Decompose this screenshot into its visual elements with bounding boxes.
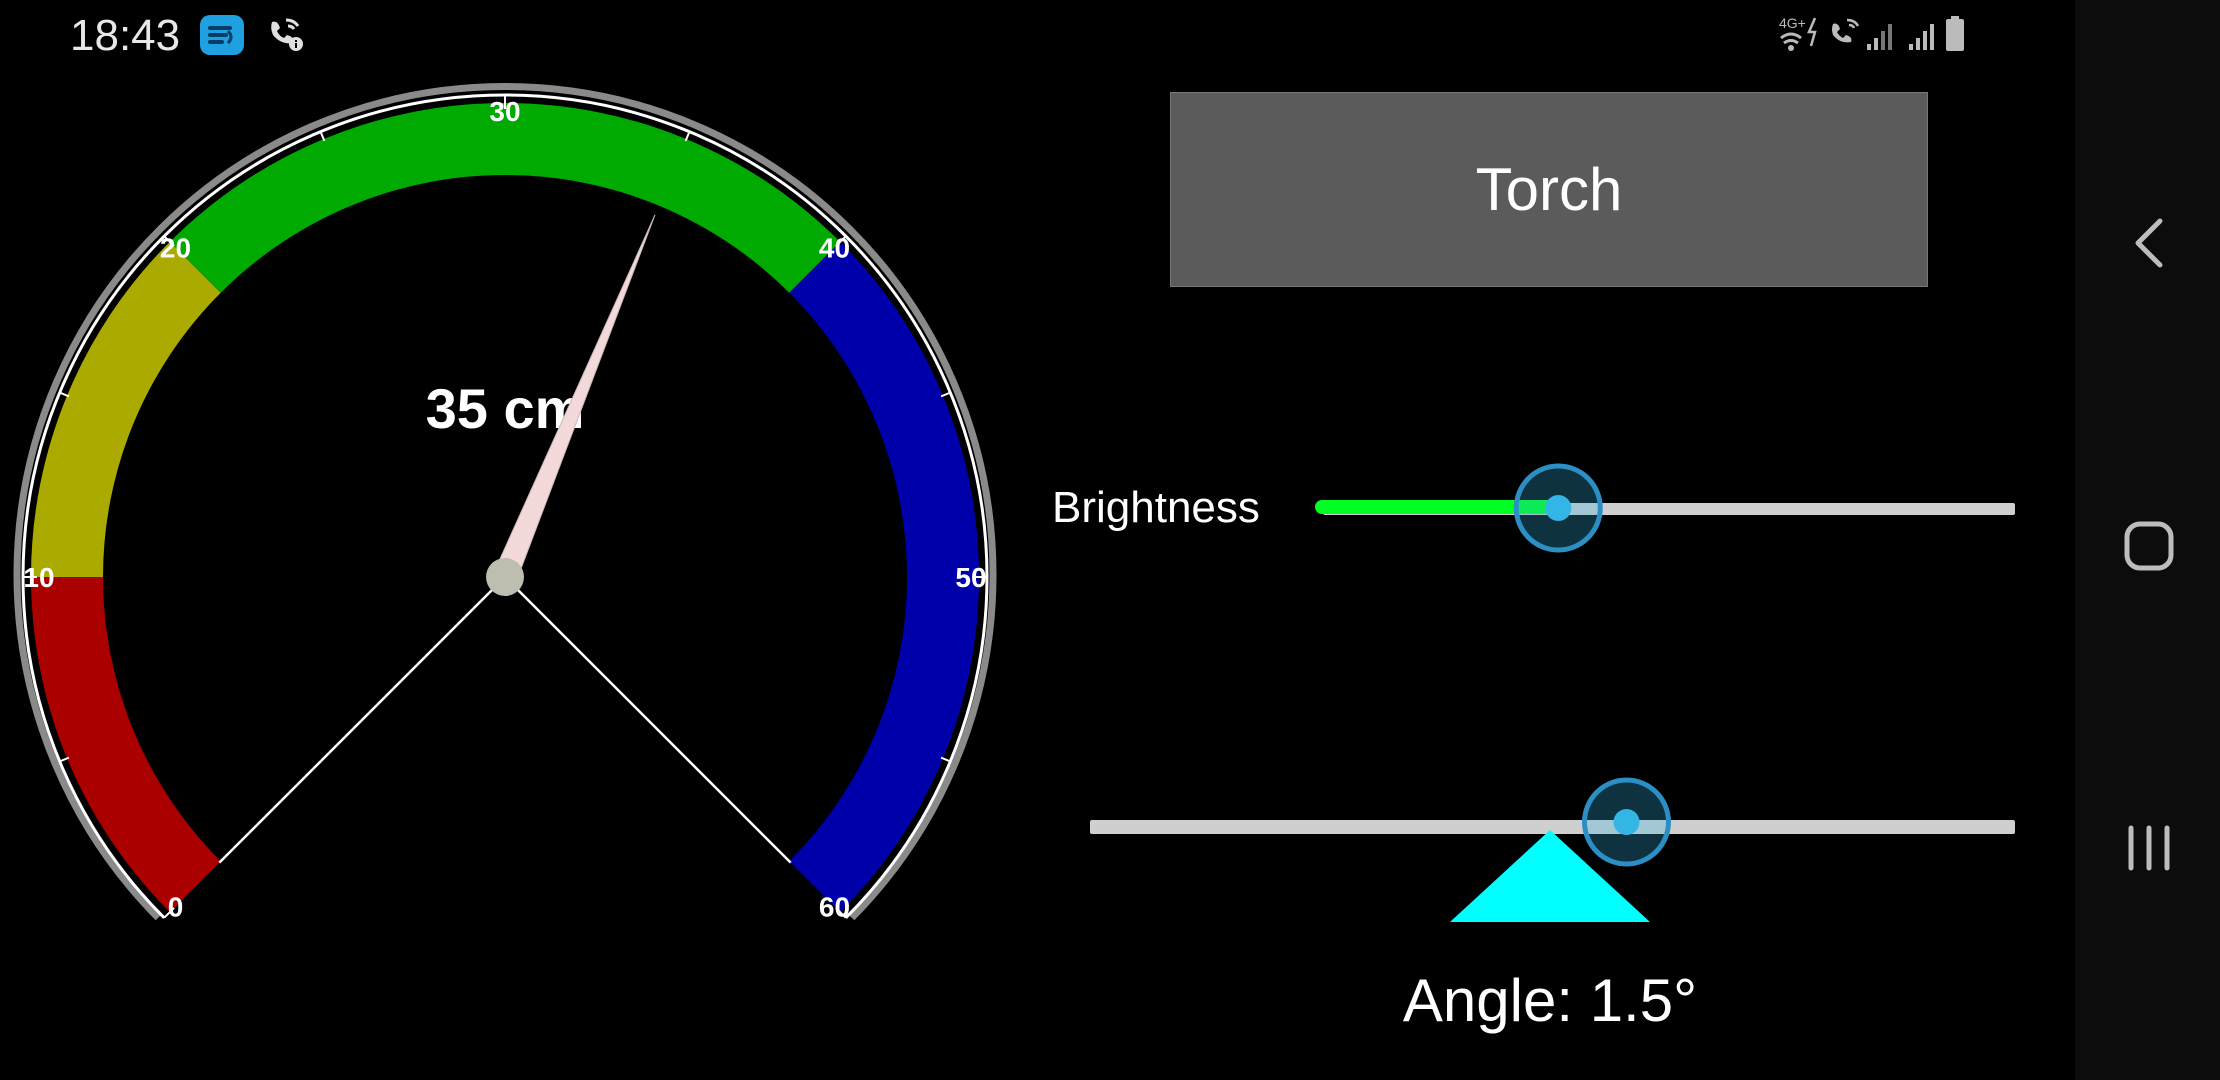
gauge-color-bands <box>31 103 980 913</box>
brightness-slider[interactable] <box>1315 458 2015 558</box>
data-activity-icon <box>1807 17 1817 47</box>
signal-strength-icon-1 <box>1867 24 1892 50</box>
gauge-tick <box>940 756 951 763</box>
gauge-tick <box>684 131 691 142</box>
signal-strength-icon-2 <box>1909 24 1934 50</box>
distance-gauge: 0102030405060 35 cm <box>13 83 997 923</box>
app-screen: 18:43 4G+ 0 10 20 30 40 50 60 35 cm Torc… <box>0 0 2075 1080</box>
gauge-tick-label: 30 <box>489 96 520 127</box>
chevron-left-icon <box>2135 218 2163 268</box>
angle-slider[interactable] <box>1090 770 2015 930</box>
battery-icon <box>1946 16 1964 51</box>
torch-button[interactable]: Torch <box>1170 92 1928 287</box>
status-time: 18:43 <box>70 11 181 60</box>
gauge-tick <box>59 391 70 398</box>
gauge-band-2 <box>169 103 841 293</box>
gauge-tick-label: 10 <box>23 562 54 593</box>
gauge-tick <box>319 131 326 142</box>
wifi-calling-icon <box>271 18 303 51</box>
gauge-spoke-min <box>218 576 506 864</box>
gauge-tick-label: 60 <box>819 892 850 923</box>
network-type-label: 4G+ <box>1779 15 1806 31</box>
brightness-label: Brightness <box>1052 483 1260 532</box>
three-bars-icon <box>2128 825 2170 871</box>
back-button[interactable] <box>2130 215 2166 271</box>
gauge-band-1 <box>31 241 221 577</box>
gauge-band-3 <box>789 241 980 913</box>
rounded-square-icon <box>2124 521 2174 571</box>
status-icons-right: 4G+ <box>1779 15 1964 51</box>
angle-slider-thumb[interactable] <box>1582 777 1671 867</box>
gauge-tick-label: 40 <box>819 232 850 263</box>
home-button[interactable] <box>2123 520 2175 572</box>
gauge-tick <box>59 756 70 763</box>
wifi-calling-icon <box>1832 18 1860 43</box>
recents-button[interactable] <box>2125 822 2173 874</box>
gauge-tick-label: 50 <box>955 562 986 593</box>
network-type-icon: 4G+ <box>1779 15 1806 51</box>
gauge-tick <box>940 391 951 398</box>
gauge-tick-label: 20 <box>160 232 191 263</box>
app-notification-icon <box>200 15 244 55</box>
system-navigation-bar <box>2075 0 2220 1080</box>
angle-label: Angle: 1.5° <box>1402 967 1698 1034</box>
gauge-band-0 <box>31 577 221 913</box>
gauge-spokes <box>218 576 792 864</box>
gauge-needle-hub <box>486 558 524 596</box>
brightness-slider-thumb[interactable] <box>1513 463 1603 553</box>
angle-track <box>1090 820 2015 834</box>
gauge-spoke-max <box>504 576 792 864</box>
gauge-tick-label: 0 <box>168 892 184 923</box>
